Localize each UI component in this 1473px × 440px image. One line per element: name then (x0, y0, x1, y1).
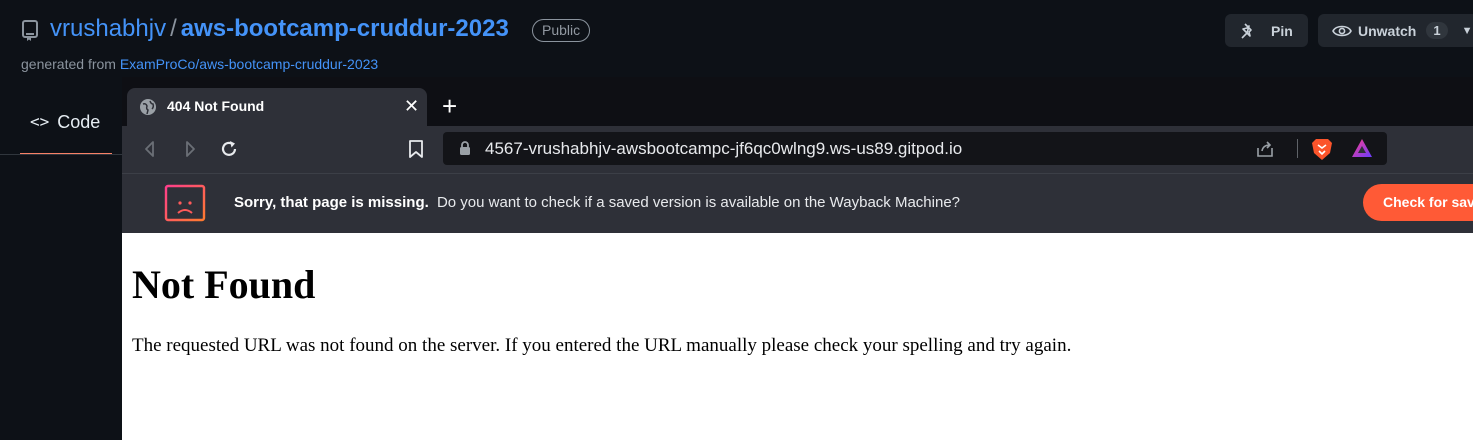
brave-rewards-icon[interactable] (1351, 138, 1373, 158)
tab-code-label: Code (57, 112, 101, 132)
share-icon[interactable] (1255, 139, 1275, 159)
forward-icon[interactable] (180, 139, 200, 159)
code-icon: <> (30, 112, 50, 131)
reload-icon[interactable] (219, 139, 239, 159)
unwatch-button[interactable]: Unwatch 1 ▼ (1318, 14, 1473, 47)
page-message: The requested URL was not found on the s… (132, 335, 1072, 356)
visibility-badge: Public (532, 19, 591, 42)
tab-strip: 404 Not Found ✕ + (122, 77, 1473, 126)
check-saved-version-button[interactable]: Check for saved version (1363, 184, 1473, 221)
page-content: Not Found The requested URL was not foun… (122, 233, 1473, 440)
watch-count: 1 (1426, 22, 1448, 39)
unwatch-label: Unwatch (1358, 22, 1417, 39)
url-text[interactable]: 4567-vrushabhjv-awsbootcampc-jf6qc0wlng9… (485, 139, 962, 159)
lock-icon (460, 141, 470, 155)
tab-code[interactable]: <> Code (20, 104, 112, 155)
repo-title: vrushabhjv / aws-bootcamp-cruddur-2023 (50, 15, 509, 43)
bookmark-icon[interactable] (407, 139, 425, 159)
close-icon[interactable]: ✕ (404, 96, 419, 116)
wayback-infobar: Sorry, that page is missing. Do you want… (122, 173, 1473, 233)
address-bar[interactable]: 4567-vrushabhjv-awsbootcampc-jf6qc0wlng9… (443, 132, 1387, 165)
infobar-message: Sorry, that page is missing. Do you want… (234, 194, 960, 211)
caret-down-icon[interactable]: ▼ (1462, 25, 1473, 37)
address-bar-divider (1297, 139, 1298, 158)
tab-title: 404 Not Found (167, 98, 265, 114)
repo-separator: / (170, 15, 177, 42)
eye-icon (1332, 25, 1352, 36)
sad-page-icon (164, 184, 206, 222)
template-source-link[interactable]: ExamProCo/aws-bootcamp-cruddur-2023 (120, 56, 378, 72)
generated-prefix: generated from (21, 56, 116, 72)
brave-shield-icon[interactable] (1311, 137, 1333, 161)
pin-icon (1241, 22, 1252, 39)
pin-label: Pin (1271, 22, 1293, 39)
repo-name-link[interactable]: aws-bootcamp-cruddur-2023 (181, 15, 509, 42)
new-tab-button[interactable]: + (442, 93, 457, 119)
page-heading: Not Found (132, 262, 316, 307)
pin-button[interactable]: Pin (1225, 14, 1308, 47)
generated-from: generated from ExamProCo/aws-bootcamp-cr… (21, 56, 378, 72)
browser-tab[interactable]: 404 Not Found ✕ (127, 88, 427, 126)
browser-window: 404 Not Found ✕ + 4567-vrushabhjv-awsboo… (122, 77, 1473, 440)
nav-divider (0, 154, 122, 155)
repo-icon (22, 20, 38, 41)
infobar-question: Do you want to check if a saved version … (436, 194, 961, 211)
globe-icon (140, 99, 156, 115)
browser-toolbar: 4567-vrushabhjv-awsbootcampc-jf6qc0wlng9… (122, 126, 1473, 173)
repo-owner-link[interactable]: vrushabhjv (50, 15, 166, 42)
infobar-bold-text: Sorry, that page is missing. (234, 194, 429, 211)
back-icon[interactable] (140, 139, 160, 159)
